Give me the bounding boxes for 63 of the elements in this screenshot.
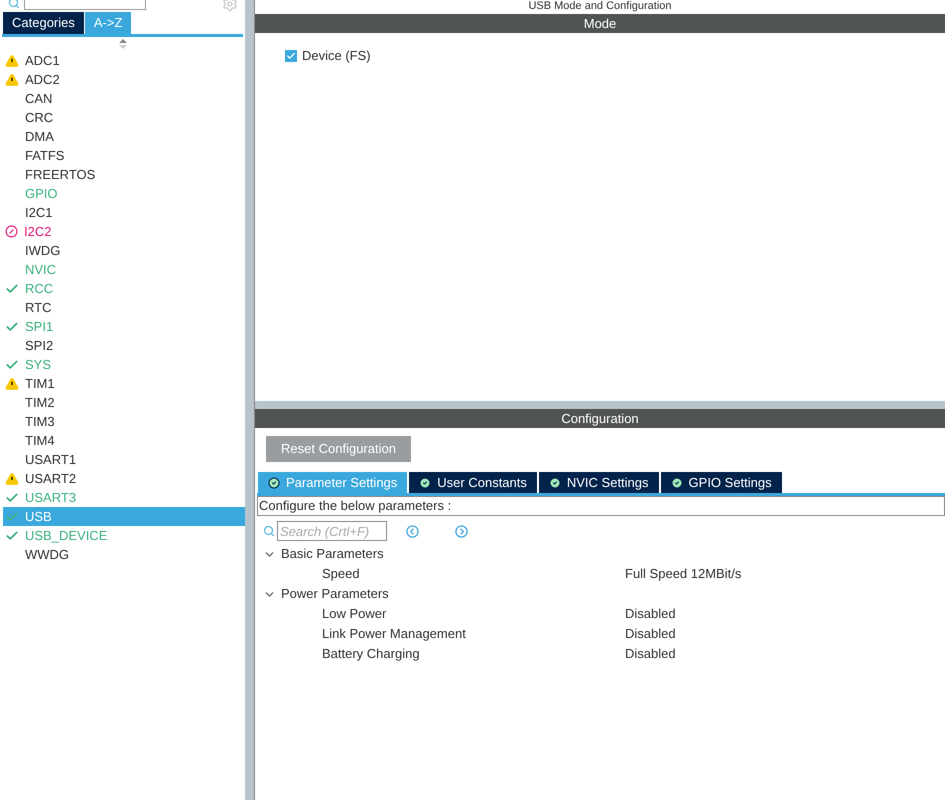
peripheral-item[interactable]: SPI2 (3, 336, 245, 355)
peripheral-item[interactable]: ADC2 (3, 70, 245, 89)
peripheral-item[interactable]: RTC (3, 298, 245, 317)
warning-icon (5, 72, 19, 86)
warning-icon (5, 472, 19, 486)
peripheral-item[interactable]: ADC1 (3, 51, 245, 70)
section-header: Mode (255, 14, 945, 33)
next-icon[interactable] (455, 524, 468, 538)
peripheral-item[interactable]: I2C1 (3, 203, 245, 222)
search-icon (263, 525, 275, 537)
peripheral-item[interactable]: CRC (3, 108, 245, 127)
warning-icon (5, 54, 19, 68)
check-icon (5, 490, 19, 504)
peripheral-item[interactable]: TIM1 (3, 374, 245, 393)
page-title: USB Mode and Configuration (528, 0, 672, 14)
parameter-value[interactable]: Disabled (625, 624, 676, 644)
panel-splitter[interactable] (245, 0, 255, 800)
peripheral-item[interactable]: TIM3 (3, 412, 245, 431)
search-icon (8, 0, 20, 9)
parameter-name: Speed (322, 565, 361, 584)
sort-icon[interactable] (118, 39, 126, 49)
check-icon (5, 358, 19, 372)
search-field[interactable]: Search (Crtl+F) (277, 521, 387, 541)
check-circle-icon (268, 476, 280, 488)
settings-tab[interactable]: NVIC Settings (538, 472, 659, 493)
group-label: Power Parameters (281, 585, 389, 604)
peripheral-item[interactable]: FATFS (3, 146, 245, 165)
check-circle-icon (548, 476, 561, 488)
peripheral-item[interactable]: USART2 (3, 469, 245, 488)
peripheral-item[interactable]: WWDG (3, 545, 245, 564)
search-field[interactable] (24, 0, 146, 10)
check-icon (5, 510, 19, 524)
parameter-value[interactable]: Disabled (625, 604, 676, 624)
peripheral-item[interactable]: I2C2 (3, 222, 245, 241)
section-header: Configuration (255, 409, 945, 428)
check-icon (5, 320, 19, 334)
check-icon (5, 282, 19, 296)
settings-tab[interactable]: User Constants (409, 472, 537, 493)
description-text: Configure the below parameters : (257, 496, 945, 516)
checkbox[interactable] (285, 50, 297, 62)
blocked-icon (5, 225, 18, 238)
check-circle-icon (419, 476, 432, 488)
peripheral-item[interactable]: FREERTOS (3, 165, 245, 184)
peripheral-item[interactable]: USART1 (3, 450, 245, 469)
peripheral-item[interactable]: IWDG (3, 241, 245, 260)
parameter-value[interactable]: Full Speed 12MBit/s (625, 564, 742, 584)
settings-icon[interactable] (222, 0, 238, 12)
warning-icon (5, 376, 19, 390)
peripheral-item[interactable]: TIM2 (3, 393, 245, 412)
peripheral-item[interactable]: DMA (3, 127, 245, 146)
parameter-name: Battery Charging (322, 645, 421, 664)
peripheral-item[interactable]: TIM4 (3, 431, 245, 450)
parameter-value[interactable]: Disabled (625, 644, 676, 664)
peripheral-item[interactable]: CAN (3, 89, 245, 108)
parameter-name: Link Power Management (322, 625, 467, 644)
settings-tab[interactable]: GPIO Settings (660, 472, 782, 493)
checkbox-label: Device (FS) (302, 47, 371, 65)
previous-icon[interactable] (406, 524, 419, 538)
check-icon (5, 528, 19, 542)
check-circle-icon (670, 476, 683, 488)
sidebar-tab[interactable]: Categories (3, 12, 84, 34)
parameter-name: Low Power (322, 605, 388, 624)
group-label: Basic Parameters (281, 545, 384, 564)
